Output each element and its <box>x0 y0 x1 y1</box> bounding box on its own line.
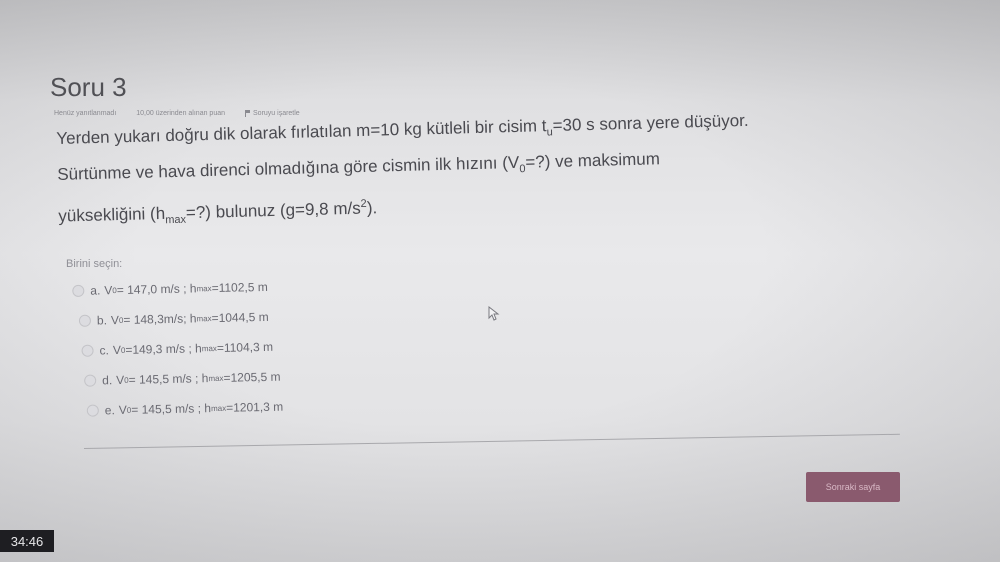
answer-radio-a[interactable] <box>72 284 85 297</box>
answer-letter: e. <box>104 403 115 418</box>
answer-letter: b. <box>96 313 108 328</box>
answer-radio-e[interactable] <box>86 404 99 417</box>
question-status: Henüz yanıtlanmadı <box>54 110 117 117</box>
flag-question-link[interactable]: Soruyu işaretle <box>245 110 300 117</box>
flag-question-label: Soruyu işaretle <box>253 110 300 117</box>
answer-letter: d. <box>102 373 113 388</box>
next-page-button[interactable]: Sonraki sayfa <box>806 472 900 502</box>
answer-radio-c[interactable] <box>81 344 94 357</box>
answer-option-b[interactable]: b. V 0 = 148,3m/s; h max =1044,5 m <box>78 302 282 336</box>
answer-option-e[interactable]: e. V 0 = 145,5 m/s ; h max =1201,3 m <box>86 392 284 426</box>
answer-letter: a. <box>90 283 101 298</box>
answer-prompt: Birini seçin: <box>66 258 123 270</box>
quiz-timer: 34:46 <box>0 530 54 552</box>
section-divider <box>84 433 900 449</box>
answer-letter: c. <box>99 343 110 358</box>
answer-radio-d[interactable] <box>84 374 97 387</box>
flag-icon <box>245 110 251 117</box>
answer-option-c[interactable]: c. V 0 =149,3 m/s ; h max =1104,3 m <box>81 332 282 366</box>
answer-radio-b[interactable] <box>78 314 92 327</box>
answer-list: a. V 0 = 147,0 m/s ; h max =1102,5 m b. V 0 = … <box>72 272 283 426</box>
question-points: 10,00 üzerinden alınan puan <box>136 110 226 117</box>
question-info: Henüz yanıtlanmadı 10,00 üzerinden alına… <box>54 110 300 117</box>
question-title: Soru 3 <box>50 72 127 102</box>
question-text: Yerden yukarı doğru dik olarak fırlatıla… <box>56 102 899 238</box>
answer-option-d[interactable]: d. V 0 = 145,5 m/s ; h max =1205,5 m <box>84 362 283 396</box>
answer-option-a[interactable]: a. V 0 = 147,0 m/s ; h max =1102,5 m <box>72 272 281 306</box>
